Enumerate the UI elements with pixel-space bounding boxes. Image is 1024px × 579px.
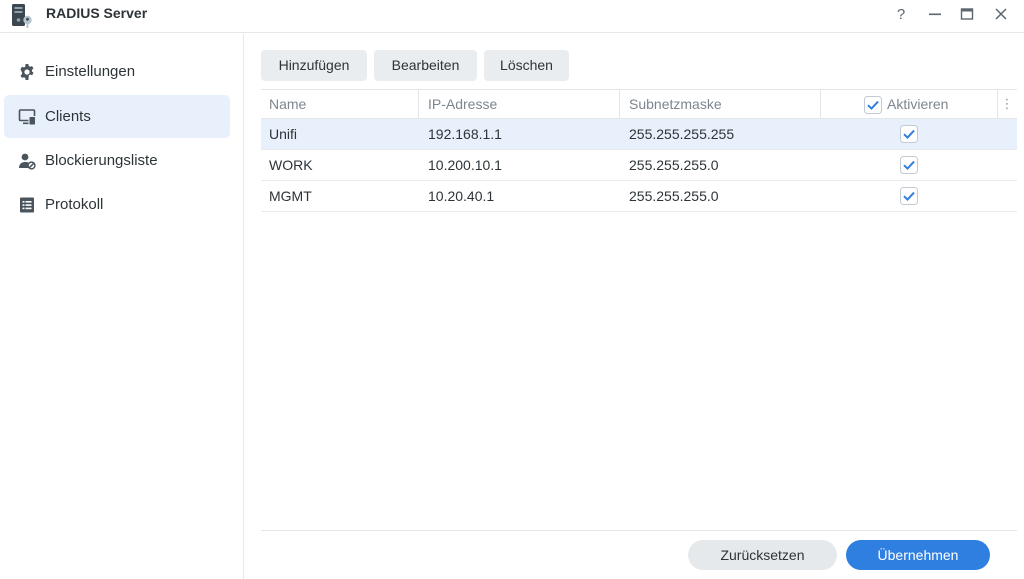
monitor-icon	[18, 109, 36, 126]
reset-button[interactable]: Zurücksetzen	[688, 540, 837, 570]
cell-name: WORK	[269, 157, 313, 173]
close-icon[interactable]	[989, 2, 1013, 26]
sidebar-item-blockierungsliste[interactable]: Blockierungsliste	[4, 139, 230, 182]
cell-subnet: 255.255.255.0	[629, 157, 719, 173]
table-row[interactable]: MGMT 10.20.40.1 255.255.255.0	[261, 181, 1017, 212]
enabled-checkbox[interactable]	[900, 187, 918, 205]
column-divider[interactable]	[997, 90, 998, 118]
sidebar-item-label: Einstellungen	[45, 63, 136, 80]
sidebar-item-label: Blockierungsliste	[45, 152, 158, 169]
cell-ip: 10.20.40.1	[428, 188, 495, 204]
cell-subnet: 255.255.255.255	[629, 126, 735, 142]
enabled-checkbox[interactable]	[900, 156, 918, 174]
sidebar: Einstellungen Clients Blockierungsliste …	[0, 34, 244, 579]
sidebar-item-einstellungen[interactable]: Einstellungen	[4, 50, 230, 93]
sidebar-item-protokoll[interactable]: Protokoll	[4, 183, 230, 226]
sidebar-item-clients[interactable]: Clients	[4, 95, 230, 138]
column-header-enabled[interactable]: Aktivieren	[887, 90, 948, 118]
select-all-checkbox[interactable]	[864, 96, 882, 114]
table-row[interactable]: Unifi 192.168.1.1 255.255.255.255	[261, 119, 1017, 150]
sidebar-item-label: Clients	[45, 108, 91, 125]
help-icon[interactable]: ?	[889, 2, 913, 26]
cell-ip: 192.168.1.1	[428, 126, 502, 142]
apply-button[interactable]: Übernehmen	[846, 540, 990, 570]
enabled-checkbox[interactable]	[900, 125, 918, 143]
table-row[interactable]: WORK 10.200.10.1 255.255.255.0	[261, 150, 1017, 181]
sidebar-item-label: Protokoll	[45, 196, 104, 213]
cell-name: MGMT	[269, 188, 312, 204]
table-header: Name IP-Adresse Subnetzmaske Aktivieren …	[261, 89, 1017, 119]
cell-ip: 10.200.10.1	[428, 157, 502, 173]
window-title: RADIUS Server	[46, 5, 148, 21]
title-bar: RADIUS Server ?	[0, 0, 1024, 33]
gear-icon	[20, 64, 34, 80]
radius-server-app-icon	[12, 4, 32, 28]
minimize-icon[interactable]	[923, 2, 947, 26]
delete-button[interactable]: Löschen	[484, 50, 569, 81]
column-divider[interactable]	[820, 90, 821, 118]
column-divider[interactable]	[619, 90, 620, 118]
log-icon	[20, 197, 34, 213]
cell-subnet: 255.255.255.0	[629, 188, 719, 204]
column-divider[interactable]	[418, 90, 419, 118]
column-menu-icon[interactable]: ⋮	[1000, 90, 1014, 118]
maximize-icon[interactable]	[955, 2, 979, 26]
column-header-name[interactable]: Name	[269, 90, 306, 118]
edit-button[interactable]: Bearbeiten	[374, 50, 477, 81]
user-block-icon	[19, 153, 36, 170]
column-header-ip[interactable]: IP-Adresse	[428, 90, 497, 118]
cell-name: Unifi	[269, 126, 298, 142]
footer-divider	[261, 530, 1017, 531]
column-header-subnet[interactable]: Subnetzmaske	[629, 90, 722, 118]
add-button[interactable]: Hinzufügen	[261, 50, 367, 81]
